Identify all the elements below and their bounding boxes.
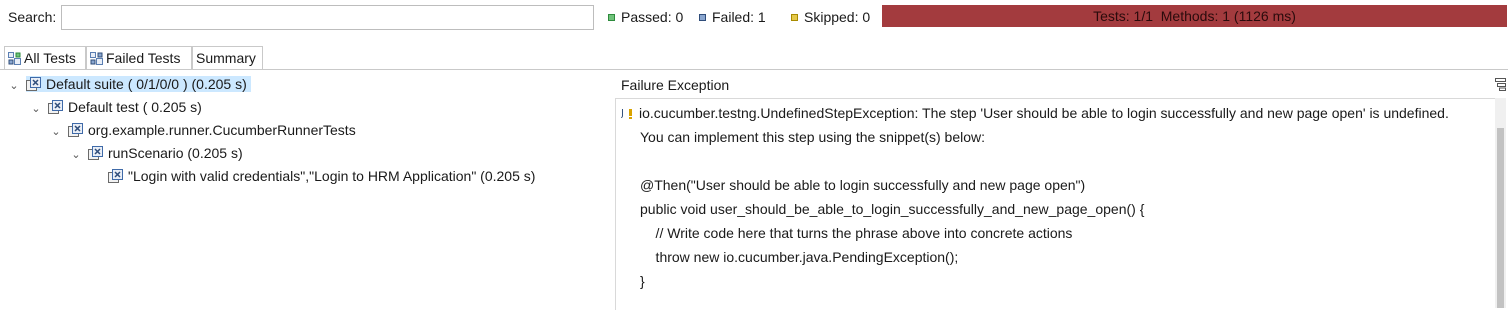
passed-icon xyxy=(608,14,615,21)
test-failed-icon xyxy=(48,100,63,114)
trace-line: throw new io.cucumber.java.PendingExcept… xyxy=(640,249,959,265)
tab-failed-tests[interactable]: Failed Tests xyxy=(86,46,192,70)
suite-failed-icon xyxy=(26,77,41,91)
passed-count: Passed: 0 xyxy=(608,9,683,25)
chevron-down-icon[interactable]: ⌄ xyxy=(70,144,82,166)
tree-node-method[interactable]: ⌄ runScenario (0.205 s) xyxy=(70,142,242,166)
failed-count: Failed: 1 xyxy=(699,9,766,25)
tab-all-tests[interactable]: All Tests xyxy=(4,46,86,70)
chevron-down-icon[interactable]: ⌄ xyxy=(50,121,62,143)
tree-node-class[interactable]: ⌄ org.example.runner.CucumberRunnerTests xyxy=(50,119,355,143)
trace-line: public void user_should_be_able_to_login… xyxy=(640,201,1145,217)
trace-line: @Then("User should be able to login succ… xyxy=(640,177,1086,193)
tree-node-label-wrap: Default suite ( 0/1/0/0 ) (0.205 s) xyxy=(26,76,251,92)
search-label: Search: xyxy=(8,9,57,25)
failed-tests-icon xyxy=(90,52,103,65)
chevron-down-icon[interactable]: ⌄ xyxy=(30,98,42,120)
filter-stack-icon[interactable] xyxy=(1495,77,1506,91)
panel-title: Failure Exception xyxy=(621,77,730,93)
method-failed-icon xyxy=(88,146,103,160)
tree-node-instance[interactable]: "Login with valid credentials","Login to… xyxy=(108,165,535,187)
skipped-count: Skipped: 0 xyxy=(791,9,870,25)
tree-node-test[interactable]: ⌄ Default test ( 0.205 s) xyxy=(30,96,201,120)
trace-line: io.cucumber.testng.UndefinedStepExceptio… xyxy=(639,105,1449,121)
tab-label: Failed Tests xyxy=(106,50,181,66)
exception-icon: J xyxy=(621,108,632,119)
trace-line: You can implement this step using the sn… xyxy=(640,129,986,145)
svg-text:J: J xyxy=(621,108,624,119)
tab-summary[interactable]: Summary xyxy=(192,46,263,70)
instance-failed-icon xyxy=(108,169,123,183)
scrollbar-thumb[interactable] xyxy=(1497,128,1504,308)
class-failed-icon xyxy=(68,123,83,137)
trace-line: // Write code here that turns the phrase… xyxy=(640,225,1073,241)
trace-line: } xyxy=(640,273,645,289)
failed-icon xyxy=(699,14,706,21)
all-tests-icon xyxy=(8,52,21,65)
search-input[interactable] xyxy=(61,5,594,30)
failure-panel: Failure Exception J io.cucumber.testng.U… xyxy=(612,70,1508,310)
chevron-down-icon[interactable]: ⌄ xyxy=(8,75,20,97)
tab-label: All Tests xyxy=(24,50,76,66)
toolbar: Search: Passed: 0 Failed: 1 Skipped: 0 T… xyxy=(0,0,1508,36)
vertical-scrollbar[interactable] xyxy=(1495,98,1506,308)
tab-label: Summary xyxy=(196,50,256,66)
tree-node-suite[interactable]: ⌄ Default suite ( 0/1/0/0 ) (0.205 s) xyxy=(8,73,251,95)
skipped-icon xyxy=(791,14,798,21)
progress-bar: Tests: 1/1 Methods: 1 (1126 ms) xyxy=(882,5,1507,27)
test-tree: ⌄ Default suite ( 0/1/0/0 ) (0.205 s) ⌄ De… xyxy=(0,70,612,308)
